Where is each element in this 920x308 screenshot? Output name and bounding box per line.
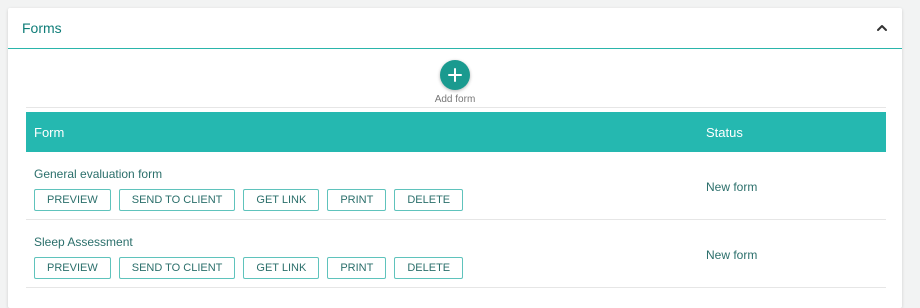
forms-table: Form Status General evaluation form PREV… [26, 112, 886, 288]
column-header-status: Status [706, 125, 743, 140]
form-name: General evaluation form [34, 167, 163, 181]
print-button[interactable]: PRINT [327, 189, 387, 211]
add-form-label: Add form [434, 94, 476, 105]
panel-header[interactable]: Forms [8, 8, 902, 49]
send-to-client-button[interactable]: SEND TO CLIENT [118, 257, 236, 279]
row-actions: PREVIEW SEND TO CLIENT GET LINK PRINT DE… [34, 257, 464, 279]
preview-button[interactable]: PREVIEW [34, 189, 111, 211]
chevron-up-icon[interactable] [874, 20, 890, 36]
delete-button[interactable]: DELETE [394, 189, 464, 211]
divider [26, 107, 886, 108]
row-actions: PREVIEW SEND TO CLIENT GET LINK PRINT DE… [34, 189, 464, 211]
table-row: Sleep Assessment PREVIEW SEND TO CLIENT … [26, 220, 886, 288]
print-button[interactable]: PRINT [327, 257, 387, 279]
table-header: Form Status [26, 112, 886, 152]
delete-button[interactable]: DELETE [394, 257, 464, 279]
send-to-client-button[interactable]: SEND TO CLIENT [118, 189, 236, 211]
column-header-form: Form [34, 125, 65, 140]
table-row: General evaluation form PREVIEW SEND TO … [26, 152, 886, 220]
form-name: Sleep Assessment [34, 235, 133, 249]
plus-icon [448, 68, 462, 82]
status-text: New form [706, 248, 758, 262]
forms-panel: Forms Add form Form Status General evalu… [8, 8, 902, 308]
status-text: New form [706, 180, 758, 194]
get-link-button[interactable]: GET LINK [243, 257, 320, 279]
get-link-button[interactable]: GET LINK [243, 189, 320, 211]
add-form-button[interactable] [440, 60, 470, 90]
panel-title: Forms [22, 20, 62, 36]
preview-button[interactable]: PREVIEW [34, 257, 111, 279]
